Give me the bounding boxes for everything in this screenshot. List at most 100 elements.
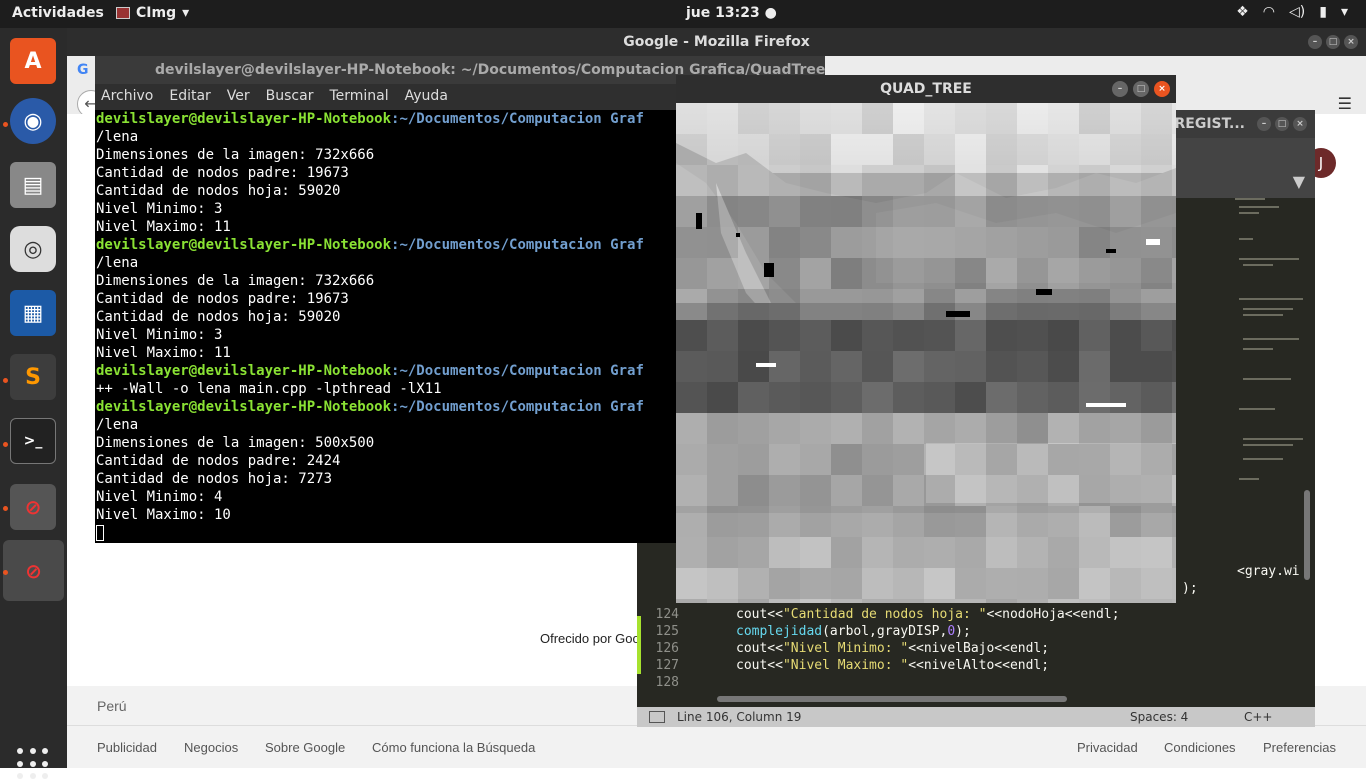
- quadtree-cell: [893, 599, 924, 603]
- code-text: <<nivelBajo<<endl;: [908, 641, 1050, 656]
- power-menu-icon[interactable]: ▾: [1341, 4, 1348, 20]
- quadtree-cell: [1141, 289, 1172, 320]
- quadtree-cell: [1141, 568, 1172, 599]
- chevron-down-icon: ▾: [182, 5, 190, 21]
- running-indicator: [3, 378, 8, 383]
- menu-ayuda[interactable]: Ayuda: [405, 88, 448, 106]
- line-number: 128: [655, 675, 679, 690]
- tab-dropdown-icon[interactable]: ▼: [1293, 172, 1305, 191]
- hamburger-menu-icon[interactable]: ☰: [1338, 94, 1352, 113]
- code-editor[interactable]: 124 cout<<"Cantidad de nodos hoja: "<<nod…: [637, 606, 1307, 691]
- quadtree-cell: [924, 227, 955, 258]
- quadtree-cell: [862, 320, 893, 351]
- status-indentation[interactable]: Spaces: 4: [1130, 710, 1188, 724]
- quadtree-cell: [831, 103, 862, 134]
- quadtree-cell: [986, 537, 1017, 568]
- code-text: cout<<: [736, 607, 783, 622]
- quadtree-cell: [800, 289, 831, 320]
- show-applications-icon[interactable]: [17, 748, 49, 780]
- activities-button[interactable]: Actividades: [12, 5, 104, 21]
- quadtree-cell: [1172, 475, 1176, 506]
- footer-link-preferencias[interactable]: Preferencias: [1263, 740, 1336, 755]
- quadtree-cell: [738, 196, 769, 227]
- firefox-icon[interactable]: ◉: [10, 98, 56, 144]
- running-indicator: [3, 506, 8, 511]
- quadtree-cell: [1048, 537, 1079, 568]
- quadtree-titlebar: QUAD_TREE – □ ×: [676, 75, 1176, 103]
- menu-ver[interactable]: Ver: [227, 88, 250, 106]
- writer-icon[interactable]: ▦: [10, 290, 56, 336]
- dropbox-icon[interactable]: ❖: [1236, 4, 1249, 20]
- sublime-text-icon[interactable]: S: [10, 354, 56, 400]
- minimize-icon[interactable]: –: [1308, 35, 1322, 49]
- menu-terminal[interactable]: Terminal: [329, 88, 388, 106]
- quadtree-cells: [676, 103, 1176, 603]
- clock[interactable]: jue 13:23 ●: [686, 5, 777, 21]
- quadtree-cell: [924, 351, 955, 382]
- quadtree-image: [676, 103, 1176, 603]
- menu-buscar[interactable]: Buscar: [266, 88, 314, 106]
- code-text: <gray.wi: [1237, 564, 1300, 579]
- footer-link-condiciones[interactable]: Condiciones: [1164, 740, 1236, 755]
- footer-link-privacidad[interactable]: Privacidad: [1077, 740, 1138, 755]
- footer-link-como-funciona[interactable]: Cómo funciona la Búsqueda: [372, 740, 535, 755]
- line-number: 127: [655, 658, 679, 673]
- system-tray[interactable]: ❖ ◠ ◁) ▮ ▾: [1236, 4, 1348, 20]
- running-indicator: [3, 442, 8, 447]
- maximize-icon[interactable]: □: [1326, 35, 1340, 49]
- quadtree-cell: [1048, 444, 1079, 475]
- minimize-icon[interactable]: –: [1257, 117, 1271, 131]
- minimap-svg: [1235, 198, 1303, 480]
- quadtree-cell: [1172, 227, 1176, 258]
- quadtree-cell: [893, 134, 924, 165]
- quadtree-cell: [862, 227, 893, 258]
- quadtree-cell: [862, 568, 893, 599]
- vertical-scrollbar[interactable]: [1304, 490, 1310, 580]
- terminal-icon[interactable]: >_: [10, 418, 56, 464]
- quadtree-cell: [893, 165, 924, 196]
- app-menu[interactable]: CImg ▾: [116, 5, 189, 21]
- maximize-icon[interactable]: □: [1275, 117, 1289, 131]
- menu-editar[interactable]: Editar: [169, 88, 210, 106]
- blocked-app-active-icon[interactable]: ⊘: [3, 540, 64, 601]
- quadtree-cell: [862, 165, 893, 196]
- footer-link-publicidad[interactable]: Publicidad: [97, 740, 157, 755]
- quadtree-cell: [707, 413, 738, 444]
- quadtree-cell: [1079, 568, 1110, 599]
- quadtree-cell: [1079, 351, 1110, 382]
- quadtree-cell: [831, 320, 862, 351]
- blocked-app-icon[interactable]: ⊘: [10, 484, 56, 530]
- quadtree-cell: [707, 537, 738, 568]
- rhythmbox-icon[interactable]: ◎: [10, 226, 56, 272]
- quadtree-cell: [738, 599, 769, 603]
- files-icon[interactable]: ▤: [10, 162, 56, 208]
- quadtree-cell: [831, 165, 862, 196]
- horizontal-scrollbar[interactable]: [717, 696, 1067, 702]
- quadtree-cell: [924, 382, 955, 413]
- close-icon[interactable]: ×: [1344, 35, 1358, 49]
- code-string: "Nivel Minimo: ": [782, 641, 909, 656]
- quadtree-cell: [955, 320, 986, 351]
- close-icon[interactable]: ×: [1293, 117, 1307, 131]
- quadtree-cell: [1172, 382, 1176, 413]
- quadtree-cell: [707, 568, 738, 599]
- quadtree-cell: [676, 444, 707, 475]
- software-store-icon[interactable]: A: [10, 38, 56, 84]
- maximize-icon[interactable]: □: [1133, 81, 1149, 97]
- code-line: 126 cout<<"Nivel Minimo: "<<nivelBajo<<en…: [637, 640, 1307, 657]
- menu-archivo[interactable]: Archivo: [101, 88, 153, 106]
- quadtree-cell: [1141, 165, 1172, 196]
- quadtree-cell: [738, 413, 769, 444]
- minimize-icon[interactable]: –: [1112, 81, 1128, 97]
- close-icon[interactable]: ×: [1154, 81, 1170, 97]
- panel-toggle-icon[interactable]: [649, 711, 665, 723]
- quadtree-cell: [676, 475, 707, 506]
- quadtree-cell: [924, 320, 955, 351]
- google-footer: Publicidad Negocios Sobre Google Cómo fu…: [67, 726, 1366, 768]
- quadtree-cell: [1141, 196, 1172, 227]
- status-syntax[interactable]: C++: [1244, 710, 1273, 724]
- quadtree-cell: [1079, 134, 1110, 165]
- footer-link-negocios[interactable]: Negocios: [184, 740, 238, 755]
- quadtree-cell: [831, 196, 862, 227]
- footer-link-sobre-google[interactable]: Sobre Google: [265, 740, 345, 755]
